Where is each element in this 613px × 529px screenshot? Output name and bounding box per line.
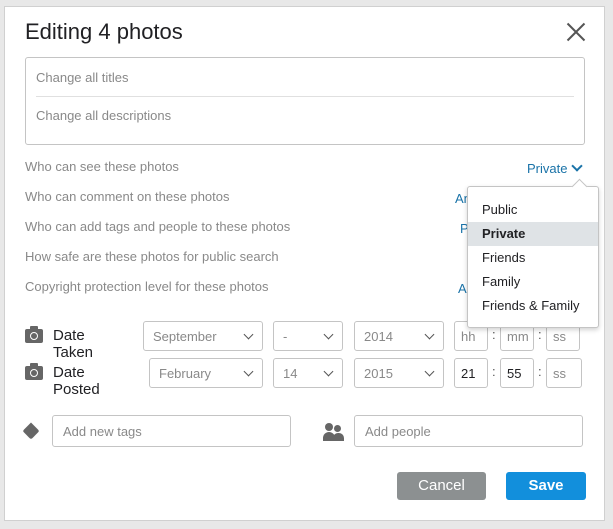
date-posted-year-select[interactable]: 2015 xyxy=(354,358,444,388)
save-button[interactable]: Save xyxy=(506,472,586,500)
date-posted-label: Date Posted xyxy=(53,364,100,398)
date-taken-year: 2014 xyxy=(364,329,393,344)
dialog-title: Editing 4 photos xyxy=(25,19,183,44)
cancel-button[interactable]: Cancel xyxy=(397,472,486,500)
date-taken-label: Date Taken xyxy=(53,327,94,361)
add-tags-input[interactable]: Add new tags xyxy=(52,415,291,447)
date-posted-month: February xyxy=(159,366,212,381)
title-description-box: Change all titles Change all description… xyxy=(25,57,585,145)
close-icon[interactable] xyxy=(565,21,587,43)
date-posted-day: 14 xyxy=(283,366,298,381)
privacy-option-friends[interactable]: Friends xyxy=(468,246,598,270)
date-taken-month-select[interactable]: September xyxy=(143,321,263,351)
privacy-option-friends-family[interactable]: Friends & Family xyxy=(468,294,598,318)
date-taken-day: - xyxy=(283,329,288,344)
tag-icon xyxy=(22,422,40,440)
time-separator: : xyxy=(492,364,496,379)
date-taken-month: September xyxy=(153,329,217,344)
chevron-down-icon xyxy=(571,160,584,172)
privacy-option-private[interactable]: Private xyxy=(468,222,598,246)
people-icon xyxy=(323,423,345,441)
chevron-down-icon xyxy=(243,329,254,340)
time-separator: : xyxy=(492,327,496,342)
time-separator: : xyxy=(538,364,542,379)
date-taken-day-select[interactable]: - xyxy=(273,321,343,351)
chevron-down-icon xyxy=(323,366,334,377)
see-permission-label: Who can see these photos xyxy=(25,159,179,174)
tags-permission-label: Who can add tags and people to these pho… xyxy=(25,219,291,234)
chevron-down-icon xyxy=(424,329,435,340)
see-permission-select[interactable]: Private xyxy=(527,160,584,176)
descriptions-input[interactable]: Change all descriptions xyxy=(36,108,574,123)
chevron-down-icon xyxy=(424,366,435,377)
comment-permission-label: Who can comment on these photos xyxy=(25,189,230,204)
date-posted-year: 2015 xyxy=(364,366,393,381)
privacy-option-family[interactable]: Family xyxy=(468,270,598,294)
date-posted-second-input[interactable]: ss xyxy=(546,358,582,388)
date-posted-month-select[interactable]: February xyxy=(149,358,263,388)
titles-input[interactable]: Change all titles xyxy=(36,70,574,85)
camera-icon xyxy=(25,363,43,380)
chevron-down-icon xyxy=(243,366,254,377)
see-permission-value: Private xyxy=(527,161,568,176)
date-posted-hour-input[interactable]: 21 xyxy=(454,358,488,388)
time-separator: : xyxy=(538,327,542,342)
safety-label: How safe are these photos for public sea… xyxy=(25,249,279,264)
date-taken-year-select[interactable]: 2014 xyxy=(354,321,444,351)
divider xyxy=(36,96,574,97)
date-posted-day-select[interactable]: 14 xyxy=(273,358,343,388)
privacy-option-public[interactable]: Public xyxy=(468,198,598,222)
chevron-down-icon xyxy=(323,329,334,340)
camera-icon xyxy=(25,326,43,343)
copyright-label: Copyright protection level for these pho… xyxy=(25,279,269,294)
copyright-value[interactable]: A xyxy=(458,281,467,296)
date-posted-minute-input[interactable]: 55 xyxy=(500,358,534,388)
add-people-input[interactable]: Add people xyxy=(354,415,583,447)
privacy-dropdown: Public Private Friends Family Friends & … xyxy=(467,186,599,328)
